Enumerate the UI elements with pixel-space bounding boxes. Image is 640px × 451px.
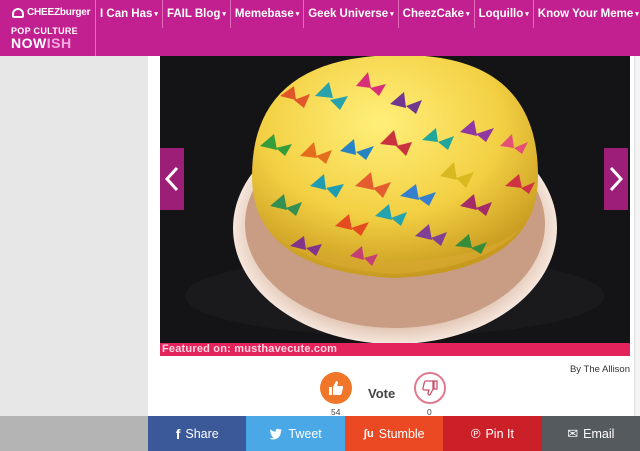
burger-icon xyxy=(12,7,24,18)
nav-item-loquillo[interactable]: Loquillo ▾ xyxy=(475,0,534,28)
site-name-now: NOW xyxy=(11,35,47,51)
chevron-down-icon: ▾ xyxy=(390,11,394,18)
share-pinterest-button[interactable]: ℗ Pin It xyxy=(443,416,542,451)
watermark: Featured on: musthavecute.com xyxy=(160,343,630,356)
stumbleupon-icon: ʃu xyxy=(363,427,374,440)
chevron-right-icon xyxy=(609,166,624,192)
nav-label: CheezCake xyxy=(402,8,465,20)
email-label: Email xyxy=(583,426,615,441)
nav-label: Geek Universe xyxy=(308,8,389,20)
sub-nav-bar xyxy=(96,28,640,56)
chevron-down-icon: ▾ xyxy=(154,11,158,18)
site-name[interactable]: POP CULTURE NOWISH xyxy=(11,27,78,51)
cheezburger-logo-text: CHEEZburger xyxy=(27,7,91,18)
pin-it-label: Pin It xyxy=(485,426,514,441)
vote-up-button[interactable] xyxy=(320,372,352,404)
nav-label: Memebase xyxy=(234,8,294,20)
chevron-down-icon: ▾ xyxy=(222,11,226,18)
nav-item-cheezcake[interactable]: CheezCake ▾ xyxy=(399,0,475,28)
prev-image-button[interactable] xyxy=(160,148,184,210)
nav-item-i-can-has[interactable]: I Can Has ▾ xyxy=(96,0,163,28)
share-stumble-button[interactable]: ʃu Stumble xyxy=(344,416,444,451)
share-email-button[interactable]: ✉ Email xyxy=(541,416,640,451)
next-image-button[interactable] xyxy=(604,148,628,210)
nav-label: I Can Has xyxy=(100,8,153,20)
nav-item-fail-blog[interactable]: FAIL Blog ▾ xyxy=(163,0,231,28)
pinterest-icon: ℗ xyxy=(470,426,481,441)
site-name-line2: NOWISH xyxy=(11,36,78,50)
chevron-down-icon: ▾ xyxy=(525,11,529,18)
page-scroll-edge xyxy=(634,56,640,451)
twitter-icon xyxy=(269,428,283,440)
watermark-text: Featured on: musthavecute.com xyxy=(162,343,338,355)
tweet-label: Tweet xyxy=(288,426,322,441)
share-twitter-button[interactable]: Tweet xyxy=(246,416,345,451)
left-rail xyxy=(0,56,148,451)
nav-item-memebase[interactable]: Memebase ▾ xyxy=(231,0,305,28)
footer-left-filler xyxy=(0,416,148,451)
main-nav: I Can Has ▾ FAIL Blog ▾ Memebase ▾ Geek Uni… xyxy=(96,0,640,28)
nav-label: FAIL Blog xyxy=(166,8,221,20)
chevron-down-icon: ▾ xyxy=(635,11,639,18)
stumble-label: Stumble xyxy=(378,426,425,441)
cheezburger-logo[interactable]: CHEEZburger xyxy=(12,7,91,18)
site-name-ish: ISH xyxy=(46,35,72,51)
chevron-left-icon xyxy=(164,166,179,192)
thumbs-up-icon xyxy=(329,381,344,395)
post-credit[interactable]: By The Allison xyxy=(570,364,630,375)
facebook-icon: f xyxy=(175,425,181,442)
chevron-down-icon: ▾ xyxy=(295,11,300,18)
nav-item-know-your-meme[interactable]: Know Your Meme ▾ xyxy=(534,0,640,28)
butterfly-cake-image xyxy=(160,56,630,356)
nav-item-geek-universe[interactable]: Geek Universe ▾ xyxy=(304,0,399,28)
thumbs-down-icon xyxy=(422,380,438,396)
vote-down-button[interactable] xyxy=(414,372,446,404)
nav-label: Loquillo xyxy=(478,8,524,20)
site-logo[interactable]: CHEEZburger POP CULTURE NOWISH xyxy=(0,0,96,56)
share-facebook-button[interactable]: f Share xyxy=(148,416,247,451)
post-image[interactable]: Featured on: musthavecute.com xyxy=(160,56,630,356)
nav-label: Know Your Meme xyxy=(537,8,634,20)
share-bar: f Share Tweet ʃu Stumble ℗ Pin It ✉ Emai… xyxy=(148,416,640,451)
share-label: Share xyxy=(185,426,219,441)
vote-label: Vote xyxy=(368,386,396,401)
email-icon: ✉ xyxy=(567,425,579,441)
chevron-down-icon: ▾ xyxy=(466,11,470,18)
